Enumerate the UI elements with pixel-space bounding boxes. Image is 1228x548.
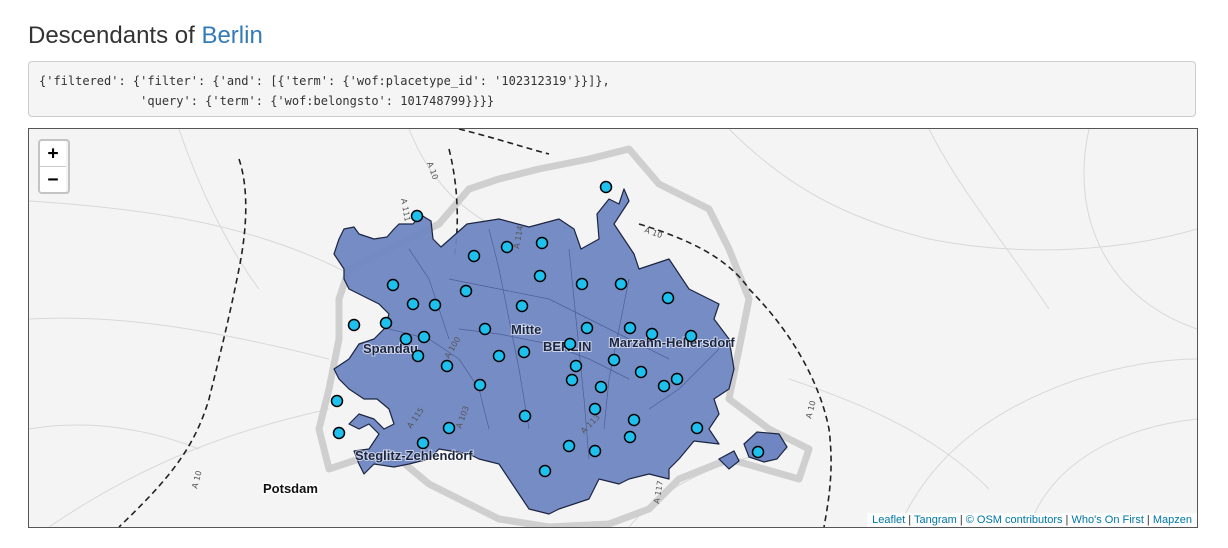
- locality-marker[interactable]: [517, 345, 531, 359]
- locality-marker[interactable]: [332, 426, 346, 440]
- query-line-2: 'query': {'term': {'wof:belongsto': 1017…: [39, 94, 495, 108]
- locality-marker[interactable]: [599, 180, 613, 194]
- locality-marker[interactable]: [406, 297, 420, 311]
- locality-marker[interactable]: [634, 365, 648, 379]
- locality-marker[interactable]: [607, 353, 621, 367]
- map[interactable]: A 10 A 10 A 10 A 10 A 111 A 114 A 100 A …: [28, 128, 1198, 528]
- locality-marker[interactable]: [670, 372, 684, 386]
- locality-marker[interactable]: [661, 291, 675, 305]
- eastern-island-polygon[interactable]: [743, 431, 788, 463]
- locality-marker[interactable]: [515, 299, 529, 313]
- road-label: A 10: [190, 470, 203, 490]
- eastern-small-polygon[interactable]: [718, 450, 740, 470]
- locality-marker[interactable]: [442, 421, 456, 435]
- locality-marker[interactable]: [645, 327, 659, 341]
- road-label: A 10: [643, 225, 663, 240]
- query-line-1: {'filtered': {'filter': {'and': [{'term'…: [39, 74, 610, 88]
- locality-marker[interactable]: [386, 278, 400, 292]
- zoom-control: + −: [38, 139, 70, 194]
- locality-marker[interactable]: [614, 277, 628, 291]
- locality-marker[interactable]: [467, 249, 481, 263]
- berlin-link[interactable]: Berlin: [201, 22, 262, 49]
- label-steglitz-zehlendorf: Steglitz-Zehlendorf: [355, 448, 473, 463]
- locality-marker[interactable]: [533, 269, 547, 283]
- locality-marker[interactable]: [347, 318, 361, 332]
- attribution-mapzen[interactable]: Mapzen: [1153, 514, 1192, 526]
- locality-marker[interactable]: [690, 421, 704, 435]
- zoom-in-button[interactable]: +: [40, 141, 66, 167]
- label-potsdam: Potsdam: [263, 481, 318, 496]
- locality-marker[interactable]: [410, 209, 424, 223]
- locality-marker[interactable]: [627, 413, 641, 427]
- locality-marker[interactable]: [562, 439, 576, 453]
- page: Descendants of Berlin {'filtered': {'fil…: [0, 0, 1228, 548]
- title-prefix: Descendants of: [28, 22, 202, 49]
- locality-marker[interactable]: [416, 436, 430, 450]
- road-label: A 117: [652, 480, 665, 505]
- page-title: Descendants of Berlin: [28, 20, 263, 52]
- locality-marker[interactable]: [417, 330, 431, 344]
- locality-marker[interactable]: [428, 298, 442, 312]
- locality-marker[interactable]: [492, 349, 506, 363]
- road-label: A 111: [399, 198, 412, 223]
- locality-marker[interactable]: [623, 321, 637, 335]
- locality-marker[interactable]: [459, 284, 473, 298]
- attribution-leaflet[interactable]: Leaflet: [872, 514, 905, 526]
- locality-marker[interactable]: [473, 378, 487, 392]
- locality-marker[interactable]: [399, 332, 413, 346]
- attribution-whosonfirst[interactable]: Who's On First: [1071, 514, 1143, 526]
- zoom-out-button[interactable]: −: [40, 167, 66, 192]
- label-marzahn-hellersdorf: Marzahn-Hellersdorf: [609, 335, 735, 350]
- locality-marker[interactable]: [563, 337, 577, 351]
- locality-marker[interactable]: [588, 402, 602, 416]
- locality-marker[interactable]: [594, 380, 608, 394]
- locality-marker[interactable]: [751, 445, 765, 459]
- locality-marker[interactable]: [518, 409, 532, 423]
- locality-marker[interactable]: [588, 444, 602, 458]
- attribution-osm[interactable]: © OSM contributors: [966, 514, 1063, 526]
- attribution-tangram[interactable]: Tangram: [914, 514, 957, 526]
- locality-marker[interactable]: [535, 236, 549, 250]
- query-block: {'filtered': {'filter': {'and': [{'term'…: [28, 61, 1196, 117]
- label-mitte: Mitte: [511, 322, 541, 337]
- road-label: A 10: [804, 400, 817, 420]
- locality-marker[interactable]: [565, 373, 579, 387]
- locality-marker[interactable]: [411, 349, 425, 363]
- road-label: A 10: [425, 161, 440, 181]
- locality-marker[interactable]: [657, 379, 671, 393]
- locality-marker[interactable]: [575, 277, 589, 291]
- locality-marker[interactable]: [379, 316, 393, 330]
- locality-marker[interactable]: [440, 359, 454, 373]
- locality-marker[interactable]: [500, 240, 514, 254]
- locality-marker[interactable]: [580, 321, 594, 335]
- locality-marker[interactable]: [478, 322, 492, 336]
- locality-marker[interactable]: [623, 430, 637, 444]
- locality-marker[interactable]: [569, 359, 583, 373]
- map-canvas[interactable]: A 10 A 10 A 10 A 10 A 111 A 114 A 100 A …: [29, 129, 1197, 527]
- locality-marker[interactable]: [684, 329, 698, 343]
- locality-marker[interactable]: [330, 394, 344, 408]
- locality-marker[interactable]: [538, 464, 552, 478]
- map-attribution: Leaflet | Tangram | © OSM contributors |…: [867, 513, 1197, 527]
